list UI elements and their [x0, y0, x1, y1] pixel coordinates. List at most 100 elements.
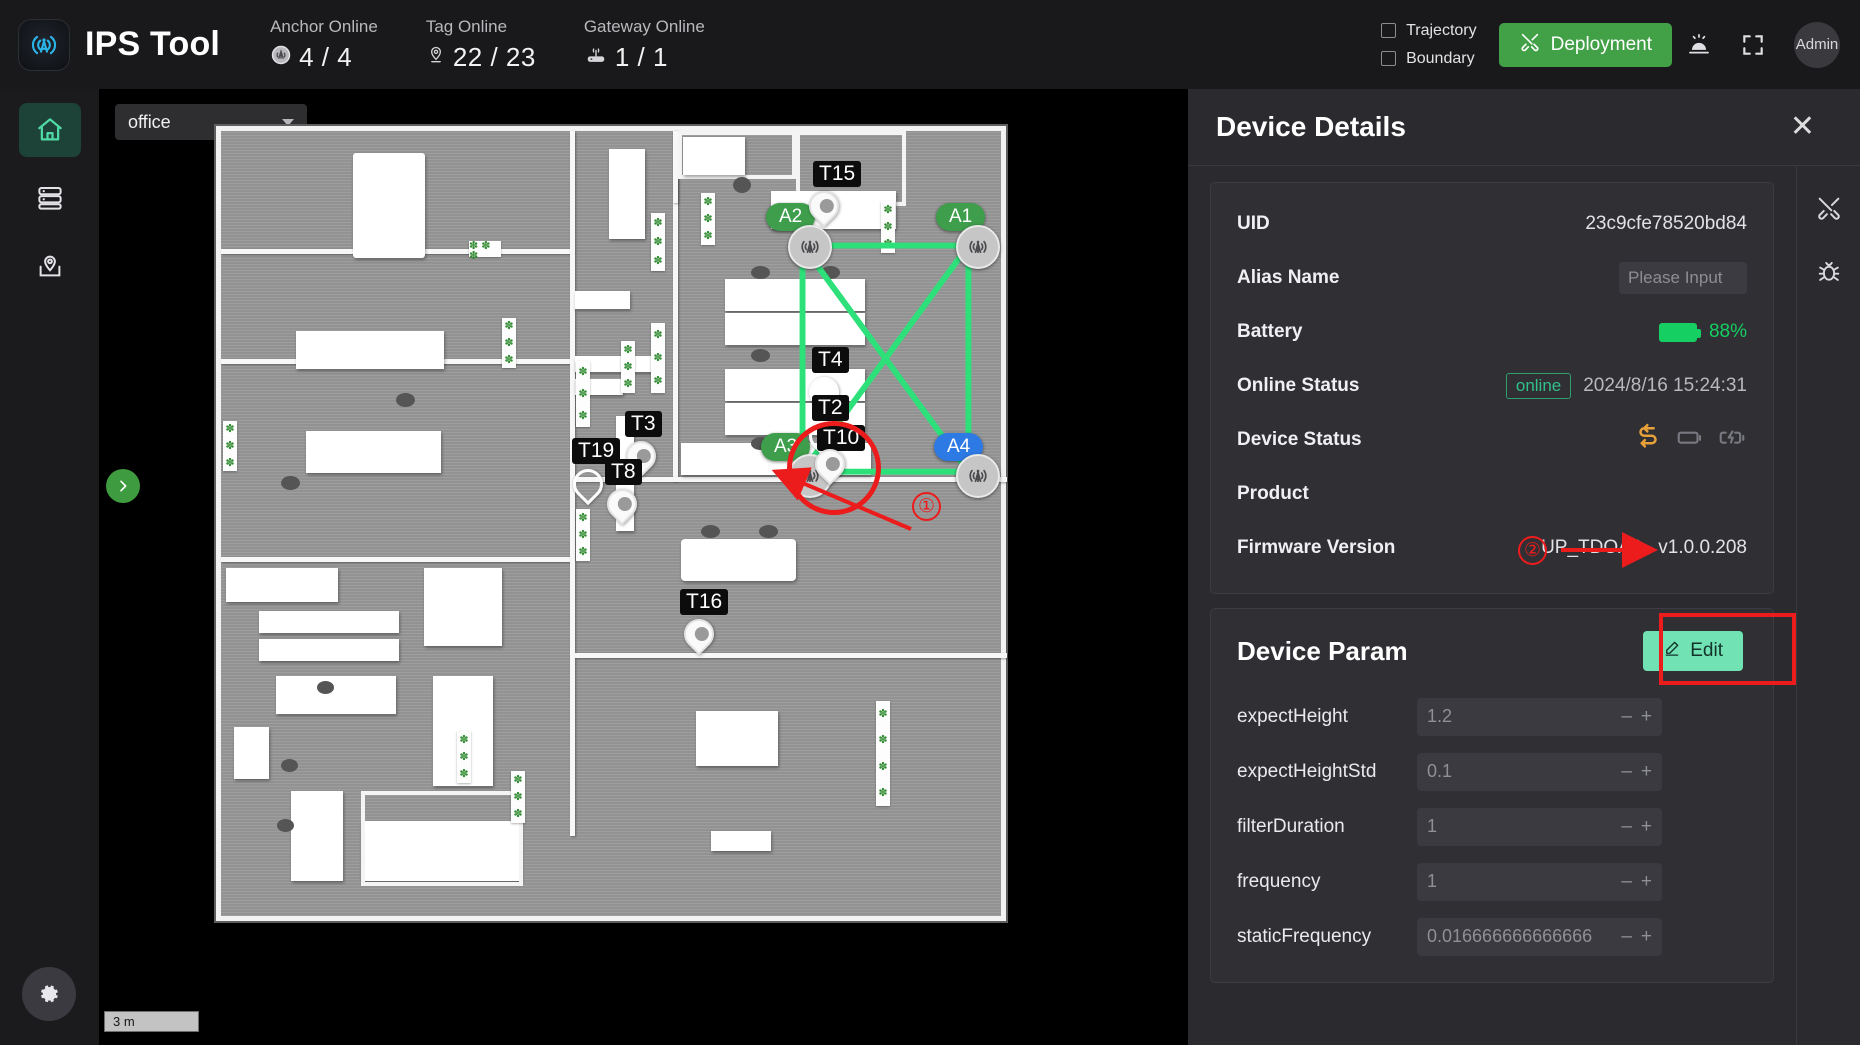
- stepper-plus[interactable]: +: [1641, 816, 1652, 838]
- stepper-minus[interactable]: –: [1621, 816, 1632, 838]
- stepper-group[interactable]: – +: [1621, 816, 1652, 838]
- home-icon: [37, 118, 62, 141]
- anchor-id: A1: [949, 206, 973, 227]
- tag-label: T15: [813, 161, 862, 187]
- detail-label: Battery: [1237, 321, 1303, 342]
- stepper-plus[interactable]: +: [1641, 926, 1652, 948]
- last-seen-timestamp: 2024/8/16 15:24:31: [1583, 375, 1747, 396]
- chevron-down-icon: [282, 118, 294, 126]
- stepper-minus[interactable]: –: [1621, 706, 1632, 728]
- top-header-bar: IPS Tool Anchor Online 4 / 4 Tag Online …: [0, 0, 1860, 89]
- stepper-group[interactable]: – +: [1621, 871, 1652, 893]
- close-icon[interactable]: ✕: [1790, 112, 1815, 142]
- alias-name-input[interactable]: [1619, 262, 1747, 294]
- maintenance-tool-button[interactable]: [1809, 188, 1849, 228]
- sidebar-item-map[interactable]: [19, 239, 81, 293]
- anchor-icon: [270, 40, 292, 74]
- param-label: expectHeightStd: [1237, 760, 1377, 782]
- stepper-plus[interactable]: +: [1641, 871, 1652, 893]
- tag-pin-icon: [566, 462, 610, 506]
- stepper-plus[interactable]: +: [1641, 706, 1652, 728]
- detail-value: online 2024/8/16 15:24:31: [1437, 373, 1747, 399]
- device-info-card: UID 23c9cfe78520bd84 Alias Name Battery …: [1210, 182, 1774, 594]
- stat-value-row: 1 / 1: [584, 40, 705, 74]
- header-controls: Trajectory Boundary Deployment Admin: [1381, 0, 1860, 89]
- tag-pin-icon: [802, 184, 846, 228]
- param-value: 0.1: [1427, 761, 1453, 781]
- detail-label: Alias Name: [1237, 267, 1340, 288]
- tools-cross-icon: [1817, 197, 1840, 220]
- tag-marker-T16[interactable]: T16: [677, 589, 729, 656]
- charging-icon: [1717, 422, 1747, 458]
- section-title: Device Param: [1237, 635, 1408, 666]
- stat-number: 1 / 1: [614, 41, 668, 72]
- stat-label: Gateway Online: [583, 16, 705, 36]
- tag-marker-T15[interactable]: T15: [802, 161, 862, 228]
- checkbox-box[interactable]: [1381, 23, 1397, 38]
- param-input-expectHeightStd[interactable]: 0.1 – +: [1417, 752, 1662, 791]
- server-rack-icon: [37, 187, 62, 210]
- panel-content: UID 23c9cfe78520bd84 Alias Name Battery …: [1188, 166, 1796, 1045]
- battery-icon: [1658, 322, 1701, 342]
- fullscreen-icon[interactable]: [1726, 18, 1780, 72]
- detail-row-device-status: Device Status: [1237, 413, 1747, 467]
- param-label: filterDuration: [1237, 815, 1345, 837]
- anchor-id: A2: [779, 206, 803, 227]
- annotation-box-2: [1659, 613, 1796, 685]
- checkbox-box[interactable]: [1381, 51, 1397, 66]
- param-value: 1: [1427, 816, 1438, 836]
- application-root: IPS Tool Anchor Online 4 / 4 Tag Online …: [0, 0, 1860, 1045]
- left-nav-rail: [0, 89, 99, 1045]
- param-label: frequency: [1237, 870, 1321, 892]
- tag-marker-T8[interactable]: T8: [600, 459, 644, 526]
- checkbox-boundary[interactable]: Boundary: [1381, 50, 1477, 68]
- param-input-frequency[interactable]: 1 – +: [1417, 862, 1662, 901]
- map-pin-icon: [39, 255, 60, 277]
- sidebar-item-home[interactable]: [18, 103, 81, 157]
- stepper-group[interactable]: – +: [1621, 706, 1652, 728]
- stepper-minus[interactable]: –: [1621, 761, 1632, 783]
- stat-value-row: 22 / 23: [426, 40, 536, 74]
- panel-tool-strip: [1796, 166, 1860, 1045]
- stepper-minus[interactable]: –: [1621, 871, 1632, 893]
- map-viewport[interactable]: office ✽ ✽ ✽ ✽ ✽ ✽ ✽ ✽ ✽ ✽ ✽ ✽ ✽ ✽ ✽ ✽ ✽…: [99, 89, 1188, 1045]
- stepper-minus[interactable]: –: [1621, 926, 1632, 948]
- stepper-plus[interactable]: +: [1641, 761, 1652, 783]
- param-input-filterDuration[interactable]: 1 – +: [1417, 807, 1662, 846]
- layer-toggles: Trajectory Boundary: [1381, 22, 1477, 68]
- avatar[interactable]: Admin: [1794, 21, 1840, 68]
- anchor-marker-A2[interactable]: [788, 225, 832, 269]
- stepper-group[interactable]: – +: [1621, 761, 1652, 783]
- sidebar-item-devices[interactable]: [19, 171, 81, 225]
- checkbox-trajectory[interactable]: Trajectory: [1381, 22, 1477, 40]
- sync-arrows-icon: [1633, 422, 1663, 458]
- panel-collapse-toggle[interactable]: [106, 469, 140, 503]
- tag-label: T2: [812, 395, 849, 421]
- debug-tool-button[interactable]: [1809, 252, 1849, 292]
- param-row-staticFrequency: staticFrequency 0.016666666666666 – +: [1237, 909, 1747, 964]
- deployment-label: Deployment: [1550, 33, 1652, 55]
- status-badge: online: [1505, 373, 1572, 399]
- stat-label: Tag Online: [425, 16, 508, 36]
- tag-label: T16: [680, 589, 729, 615]
- param-label: staticFrequency: [1237, 925, 1372, 947]
- anchor-marker-A1[interactable]: [956, 225, 1000, 269]
- tag-marker-T19[interactable]: T19: [566, 438, 621, 506]
- param-input-staticFrequency[interactable]: 0.016666666666666 – +: [1417, 917, 1662, 956]
- page-title: Device Details: [1216, 111, 1406, 142]
- floor-select-value: office: [128, 111, 171, 132]
- stepper-group[interactable]: – +: [1621, 926, 1652, 948]
- param-input-expectHeight[interactable]: 1.2 – +: [1417, 697, 1662, 736]
- stat-anchor-online: Anchor Online 4 / 4: [270, 16, 378, 74]
- deployment-button[interactable]: Deployment: [1498, 22, 1672, 67]
- settings-button[interactable]: [22, 967, 76, 1021]
- detail-value: 88%: [1437, 321, 1747, 343]
- detail-row-battery: Battery 88%: [1237, 305, 1747, 359]
- param-value: 0.016666666666666: [1427, 926, 1593, 946]
- map-scale-bar: 3 m: [104, 1011, 199, 1032]
- anchor-marker-A4[interactable]: [956, 454, 1000, 498]
- alarm-bell-icon[interactable]: [1672, 18, 1726, 72]
- param-value: 1: [1427, 871, 1438, 891]
- floor-plan[interactable]: ✽ ✽ ✽ ✽ ✽ ✽ ✽ ✽ ✽ ✽ ✽ ✽ ✽ ✽ ✽ ✽ ✽ ✽ ✽ ✽ ✽ ✽ ✽ ✽ ✽ ✽ ✽ ✽ ✽…: [214, 124, 1008, 923]
- chevron-right-icon: [120, 480, 127, 492]
